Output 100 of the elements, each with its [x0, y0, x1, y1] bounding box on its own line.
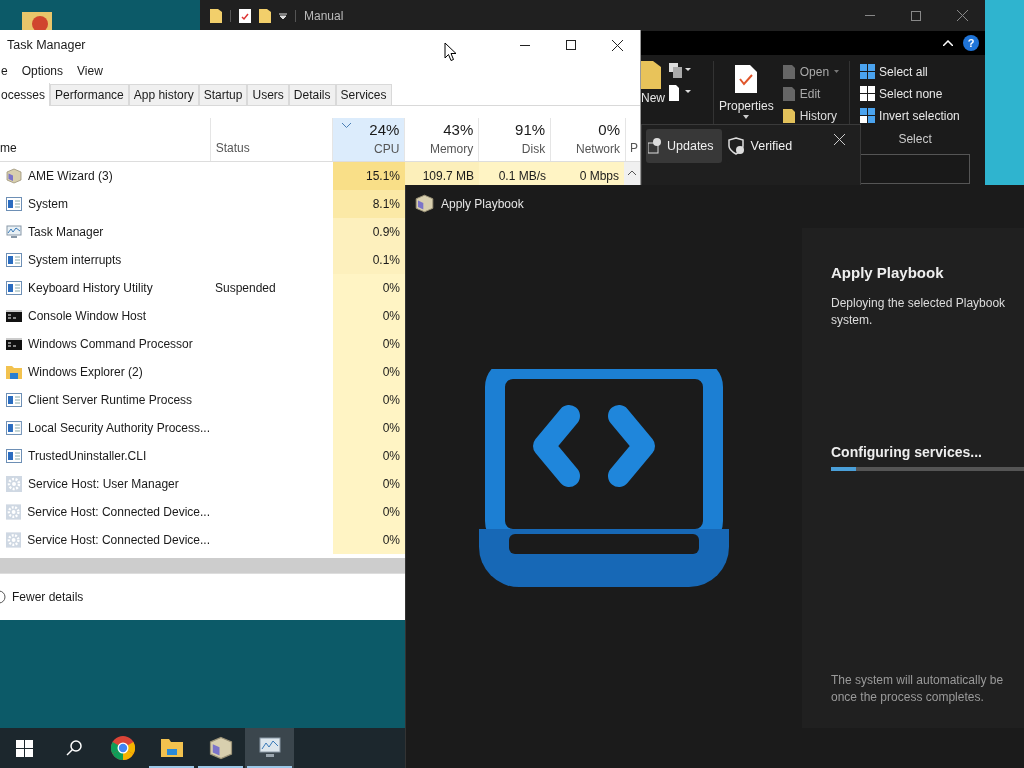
toggle-button[interactable]: Updates: [646, 129, 722, 163]
folder-icon[interactable]: [210, 8, 222, 23]
menu-item[interactable]: e: [1, 62, 8, 80]
cpu-cell: 0%: [333, 498, 405, 526]
menu-item[interactable]: View: [77, 62, 103, 80]
window-title: Manual: [304, 7, 344, 25]
window-icon: [6, 393, 22, 407]
collapse-ribbon-icon[interactable]: [943, 40, 953, 46]
tab[interactable]: ocesses: [0, 83, 51, 106]
mouse-cursor-icon: [444, 42, 457, 62]
column-label: Memory: [429, 141, 474, 158]
process-name: Service Host: Connected Device...: [27, 532, 210, 549]
copy-items-icon[interactable]: [669, 63, 691, 79]
shield-check-icon: [727, 137, 745, 155]
gear-icon: [6, 504, 22, 520]
ribbon-action[interactable]: Invert selection: [860, 107, 971, 124]
process-name: AME Wizard (3): [28, 168, 113, 185]
tab[interactable]: Services: [335, 84, 392, 105]
cpu-cell: 0%: [333, 442, 405, 470]
gear-icon: [6, 476, 22, 492]
close-button[interactable]: [834, 133, 846, 145]
panel-description: Deploying the selected Playbook system.: [831, 294, 1007, 329]
sort-chevron-icon: [342, 123, 352, 128]
search-icon: [65, 740, 82, 756]
ribbon-action[interactable]: Edit: [782, 85, 840, 102]
update-icon: [648, 138, 661, 154]
document-icon: [782, 86, 795, 101]
monitor-chart-icon: [257, 737, 282, 759]
column-label: Disk: [521, 141, 546, 158]
column-total: 0%: [598, 121, 621, 139]
ribbon-action[interactable]: Select none: [860, 85, 971, 102]
column-header[interactable]: me: [0, 118, 210, 161]
window-title: Task Manager: [7, 36, 86, 54]
monitor-chart-icon: [6, 225, 22, 239]
ribbon-group-label: Select: [897, 131, 933, 148]
column-label: CPU: [374, 141, 400, 158]
fewer-details-button[interactable]: Fewer details: [0, 588, 84, 606]
grid-icon: [860, 86, 876, 101]
tab[interactable]: Details: [288, 84, 336, 105]
search-field[interactable]: [860, 154, 971, 184]
laptop-code-icon: [479, 369, 729, 587]
window-icon: [6, 281, 22, 295]
cpu-cell: 0%: [333, 470, 405, 498]
ribbon-action[interactable]: History: [782, 107, 840, 124]
dropdown-caret-icon[interactable]: [279, 11, 287, 20]
terminal-icon: [6, 338, 22, 350]
process-name: Keyboard History Utility: [28, 280, 153, 297]
menu-item[interactable]: Options: [21, 62, 64, 80]
properties-icon[interactable]: [239, 8, 251, 23]
cpu-cell: 0.1%: [333, 246, 405, 274]
desktop-shortcut-icon: [22, 10, 54, 30]
tab[interactable]: Performance: [50, 84, 129, 105]
cpu-cell: 15.1%: [333, 162, 405, 190]
document-icon: [782, 64, 795, 79]
window-icon: [6, 421, 22, 435]
column-total: 43%: [443, 121, 474, 139]
tab[interactable]: Startup: [198, 84, 248, 105]
ribbon-action[interactable]: Select all: [860, 63, 971, 80]
new-item-icon[interactable]: [669, 85, 691, 101]
help-button[interactable]: ?: [963, 35, 979, 51]
vertical-scrollbar[interactable]: [624, 162, 640, 185]
browser-icon: [110, 736, 135, 760]
terminal-icon: [6, 310, 22, 322]
cpu-cell: 0%: [333, 330, 405, 358]
process-name: Client Server Runtime Process: [28, 392, 193, 409]
close-icon: [611, 39, 623, 51]
tab[interactable]: Users: [247, 84, 289, 105]
close-icon: [834, 133, 845, 145]
process-name: System interrupts: [28, 252, 122, 269]
taskbar-button[interactable]: [245, 728, 294, 768]
grid-icon: [860, 108, 876, 123]
process-name: Windows Explorer (2): [28, 364, 143, 381]
history-icon: [782, 108, 795, 123]
column-header[interactable]: 24% CPU: [332, 118, 405, 161]
process-name: TrustedUninstaller.CLI: [28, 448, 147, 465]
process-name: Task Manager: [28, 224, 104, 241]
process-name: Service Host: Connected Device...: [27, 504, 210, 521]
new-folder-button[interactable]: New: [641, 61, 663, 107]
cpu-cell: 8.1%: [333, 190, 405, 218]
cpu-cell: 0%: [333, 302, 405, 330]
cpu-cell: 0%: [333, 274, 405, 302]
dropdown-caret-icon: [834, 70, 840, 73]
horizontal-scrollbar[interactable]: [0, 558, 405, 573]
cpu-cell: 0%: [333, 414, 405, 442]
ribbon-action[interactable]: Open: [782, 63, 840, 80]
properties-icon: [735, 65, 758, 93]
window-icon: [6, 253, 22, 267]
minimize-icon: [865, 15, 875, 16]
process-status: Suspended: [215, 281, 276, 295]
cube-icon: [415, 194, 434, 213]
folder-icon[interactable]: [259, 8, 271, 23]
window-icon: [6, 197, 22, 211]
window-icon: [6, 449, 22, 463]
cpu-cell: 0%: [333, 526, 405, 554]
process-name: Windows Command Processor: [28, 336, 193, 353]
folder-icon: [160, 739, 183, 757]
cube-icon: [6, 168, 22, 184]
grid-icon: [860, 64, 876, 79]
tab[interactable]: App history: [128, 84, 199, 105]
panel-heading: Apply Playbook: [831, 263, 945, 283]
